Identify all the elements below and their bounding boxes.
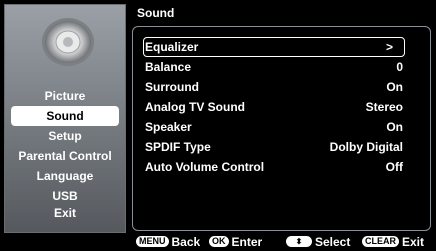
sidebar-item-picture[interactable]: Picture xyxy=(5,86,125,106)
setting-row-speaker[interactable]: Speaker On xyxy=(143,117,405,137)
setting-value: Off xyxy=(385,160,403,174)
settings-list: Equalizer > Balance 0 Surround On Analog… xyxy=(143,37,405,177)
hint-back: MENU Back xyxy=(136,236,200,248)
hint-enter-label: Enter xyxy=(231,235,263,249)
menu-key-icon: MENU xyxy=(136,236,169,247)
setting-row-surround[interactable]: Surround On xyxy=(143,77,405,97)
settings-panel: Equalizer > Balance 0 Surround On Analog… xyxy=(132,26,431,231)
setting-row-equalizer[interactable]: Equalizer > xyxy=(143,37,405,57)
setting-value: Dolby Digital xyxy=(329,140,403,154)
setting-label: Balance xyxy=(145,60,192,74)
setting-value: 0 xyxy=(396,60,403,74)
footer-hints: MENU Back OK Enter ⬍ Select CLEAR Exit xyxy=(136,233,436,251)
chevron-right-icon: > xyxy=(385,40,393,54)
speaker-icon xyxy=(42,18,94,66)
setting-label: Speaker xyxy=(145,120,192,134)
setting-label: Surround xyxy=(145,80,199,94)
sidebar-item-sound[interactable]: Sound xyxy=(11,106,119,126)
hint-exit: CLEAR Exit xyxy=(362,236,424,248)
setting-label: Equalizer xyxy=(145,40,199,54)
setting-label: Auto Volume Control xyxy=(145,160,265,174)
setting-row-auto-volume-control[interactable]: Auto Volume Control Off xyxy=(143,157,405,177)
hint-exit-label: Exit xyxy=(402,235,425,249)
sidebar-item-setup[interactable]: Setup xyxy=(5,126,125,146)
ok-key-icon: OK xyxy=(209,236,229,247)
sidebar-item-exit[interactable]: Exit xyxy=(5,206,125,222)
setting-value: On xyxy=(386,80,403,94)
setting-row-analog-tv-sound[interactable]: Analog TV Sound Stereo xyxy=(143,97,405,117)
sidebar-item-usb[interactable]: USB xyxy=(5,186,125,206)
hint-select: ⬍ Select xyxy=(286,236,350,248)
setting-value: On xyxy=(386,120,403,134)
hint-select-label: Select xyxy=(315,235,351,249)
sidebar-item-parental-control[interactable]: Parental Control xyxy=(5,146,125,166)
sidebar-item-language[interactable]: Language xyxy=(5,166,125,186)
setting-label: Analog TV Sound xyxy=(145,100,245,114)
setting-row-balance[interactable]: Balance 0 xyxy=(143,57,405,77)
setting-row-spdif-type[interactable]: SPDIF Type Dolby Digital xyxy=(143,137,405,157)
sidebar: Picture Sound Setup Parental Control Lan… xyxy=(4,4,126,233)
setting-label: SPDIF Type xyxy=(145,140,211,154)
clear-key-icon: CLEAR xyxy=(362,236,399,247)
page-title: Sound xyxy=(137,6,175,20)
up-down-key-icon: ⬍ xyxy=(286,236,312,247)
hint-back-label: Back xyxy=(171,235,201,249)
setting-value: Stereo xyxy=(365,100,403,114)
page-header: Sound xyxy=(132,4,431,24)
hint-enter: OK Enter xyxy=(209,236,262,248)
